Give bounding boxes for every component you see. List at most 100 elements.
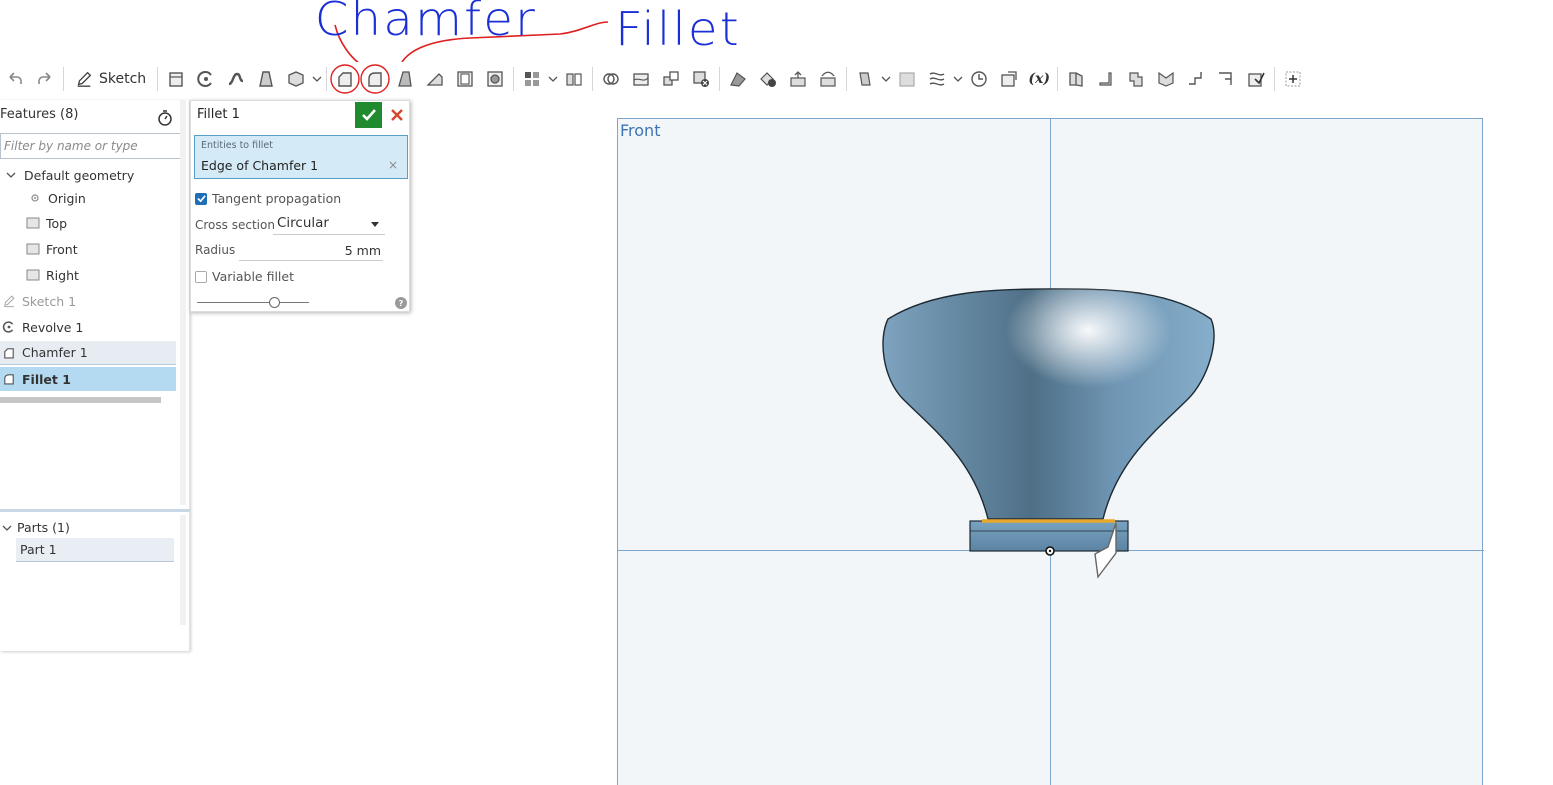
helix-button[interactable] — [922, 65, 952, 93]
sweep-button[interactable] — [221, 65, 251, 93]
parts-scrollbar[interactable] — [180, 515, 186, 625]
redo-button[interactable] — [30, 65, 60, 93]
parts-group[interactable]: Parts (1) — [0, 520, 70, 535]
derived-button[interactable] — [994, 65, 1024, 93]
split-button[interactable] — [626, 65, 656, 93]
fillet-annotation: Fillet — [615, 2, 741, 56]
tab-button[interactable] — [1121, 65, 1151, 93]
replace-face-button[interactable] — [813, 65, 843, 93]
clock-icon — [971, 71, 987, 87]
variable-fillet-row[interactable]: Variable fillet — [195, 269, 294, 284]
flange-button[interactable] — [1091, 65, 1121, 93]
radius-input[interactable]: 5 mm — [239, 241, 383, 261]
revolve-button[interactable] — [191, 65, 221, 93]
chevron-down-icon — [881, 76, 891, 82]
preview-slider-thumb[interactable] — [269, 297, 280, 308]
modify-fillet-button[interactable] — [723, 65, 753, 93]
cancel-button[interactable] — [386, 102, 408, 128]
undo-button[interactable] — [0, 65, 30, 93]
form-button[interactable] — [1181, 65, 1211, 93]
part-item-part-1[interactable]: Part 1 — [16, 538, 174, 562]
draft-button[interactable] — [390, 65, 420, 93]
delete-part-button[interactable] — [686, 65, 716, 93]
mate-connector-button[interactable] — [892, 65, 922, 93]
toolbar-separator — [846, 67, 848, 91]
tree-item-label: Sketch 1 — [22, 293, 77, 309]
panel-divider[interactable] — [0, 509, 190, 512]
accept-button[interactable] — [355, 102, 382, 128]
shell-button[interactable] — [450, 65, 480, 93]
tangent-propagation-row[interactable]: Tangent propagation — [195, 191, 341, 206]
graphics-viewport[interactable]: Front — [617, 118, 1484, 785]
sketch-label: Sketch — [99, 71, 147, 87]
thicken-icon — [288, 71, 304, 87]
tree-item-label: Chamfer 1 — [22, 345, 88, 360]
revolve-icon — [2, 320, 16, 334]
mirror-button[interactable] — [559, 65, 589, 93]
tree-item-origin[interactable]: Origin — [0, 186, 176, 210]
filter-input[interactable]: Filter by name or type — [0, 133, 181, 159]
horizontal-scrollbar[interactable] — [0, 397, 161, 403]
fillet-tool-button[interactable] — [360, 64, 390, 94]
feature-toolbar: Sketch (x) — [0, 62, 1553, 96]
variable-fillet-checkbox[interactable] — [195, 270, 207, 283]
origin-icon — [28, 191, 42, 205]
variable-button[interactable]: (x) — [1024, 65, 1054, 93]
toolbar-separator — [63, 67, 64, 91]
add-custom-feature-button[interactable] — [1278, 65, 1308, 93]
thicken-dropdown[interactable] — [311, 65, 323, 93]
tree-item-sketch-1[interactable]: Sketch 1 — [0, 289, 176, 313]
finish-sheet-metal-button[interactable] — [1241, 65, 1271, 93]
front-plane-label[interactable]: Front — [620, 121, 660, 140]
move-face-button[interactable] — [783, 65, 813, 93]
rib-button[interactable] — [420, 65, 450, 93]
measure-button[interactable] — [964, 65, 994, 93]
loft-button[interactable] — [251, 65, 281, 93]
chamfer-tool-button[interactable] — [330, 64, 360, 94]
tangent-propagation-checkbox[interactable] — [195, 192, 207, 205]
thicken-button[interactable] — [281, 65, 311, 93]
sketch-button[interactable]: Sketch — [67, 65, 154, 93]
bend-icon — [1158, 71, 1174, 87]
tree-item-label: Fillet 1 — [22, 371, 71, 387]
helix-dropdown[interactable] — [952, 65, 964, 93]
default-geometry-group[interactable]: Default geometry — [0, 163, 176, 187]
bend-button[interactable] — [1151, 65, 1181, 93]
vertical-scrollbar[interactable] — [180, 100, 186, 505]
cross-section-select[interactable]: Circular — [273, 213, 385, 235]
tree-item-chamfer-1[interactable]: Chamfer 1 — [0, 341, 176, 365]
tree-item-top[interactable]: Top — [0, 211, 176, 235]
dialog-title: Fillet 1 — [197, 107, 240, 122]
delete-face-button[interactable] — [753, 65, 783, 93]
corner-button[interactable] — [1211, 65, 1241, 93]
extrude-button[interactable] — [161, 65, 191, 93]
preview-slider-track[interactable] — [197, 302, 309, 303]
rollback-timer-icon[interactable] — [156, 109, 174, 127]
entities-to-fillet-field[interactable]: Entities to fillet Edge of Chamfer 1 × — [194, 135, 408, 179]
cross-section-value: Circular — [277, 215, 329, 231]
modify-fillet-icon — [730, 72, 747, 87]
help-icon[interactable]: ? — [395, 297, 407, 309]
chevron-down-icon — [2, 525, 12, 531]
plane-button[interactable] — [850, 65, 880, 93]
plus-icon — [1285, 71, 1301, 87]
tree-item-right[interactable]: Right — [0, 263, 176, 287]
hole-button[interactable] — [480, 65, 510, 93]
clear-entity-button[interactable]: × — [388, 158, 398, 172]
tree-item-fillet-1[interactable]: Fillet 1 — [0, 367, 176, 391]
plane-dropdown[interactable] — [880, 65, 892, 93]
knob-part-model[interactable] — [878, 279, 1218, 579]
tree-item-revolve-1[interactable]: Revolve 1 — [0, 315, 176, 339]
pattern-dropdown[interactable] — [547, 65, 559, 93]
boolean-button[interactable] — [596, 65, 626, 93]
pattern-button[interactable] — [517, 65, 547, 93]
tangent-propagation-label: Tangent propagation — [212, 191, 342, 206]
checkmark-icon — [361, 109, 376, 121]
tree-item-label: Revolve 1 — [22, 319, 84, 335]
tree-item-front[interactable]: Front — [0, 237, 176, 261]
sheet-metal-button[interactable] — [1061, 65, 1091, 93]
onshape-window: Chamfer Fillet Sketch (x) Features (8) F… — [0, 0, 1553, 785]
replace-face-icon — [820, 71, 836, 87]
transform-button[interactable] — [656, 65, 686, 93]
plane-icon — [859, 72, 871, 86]
